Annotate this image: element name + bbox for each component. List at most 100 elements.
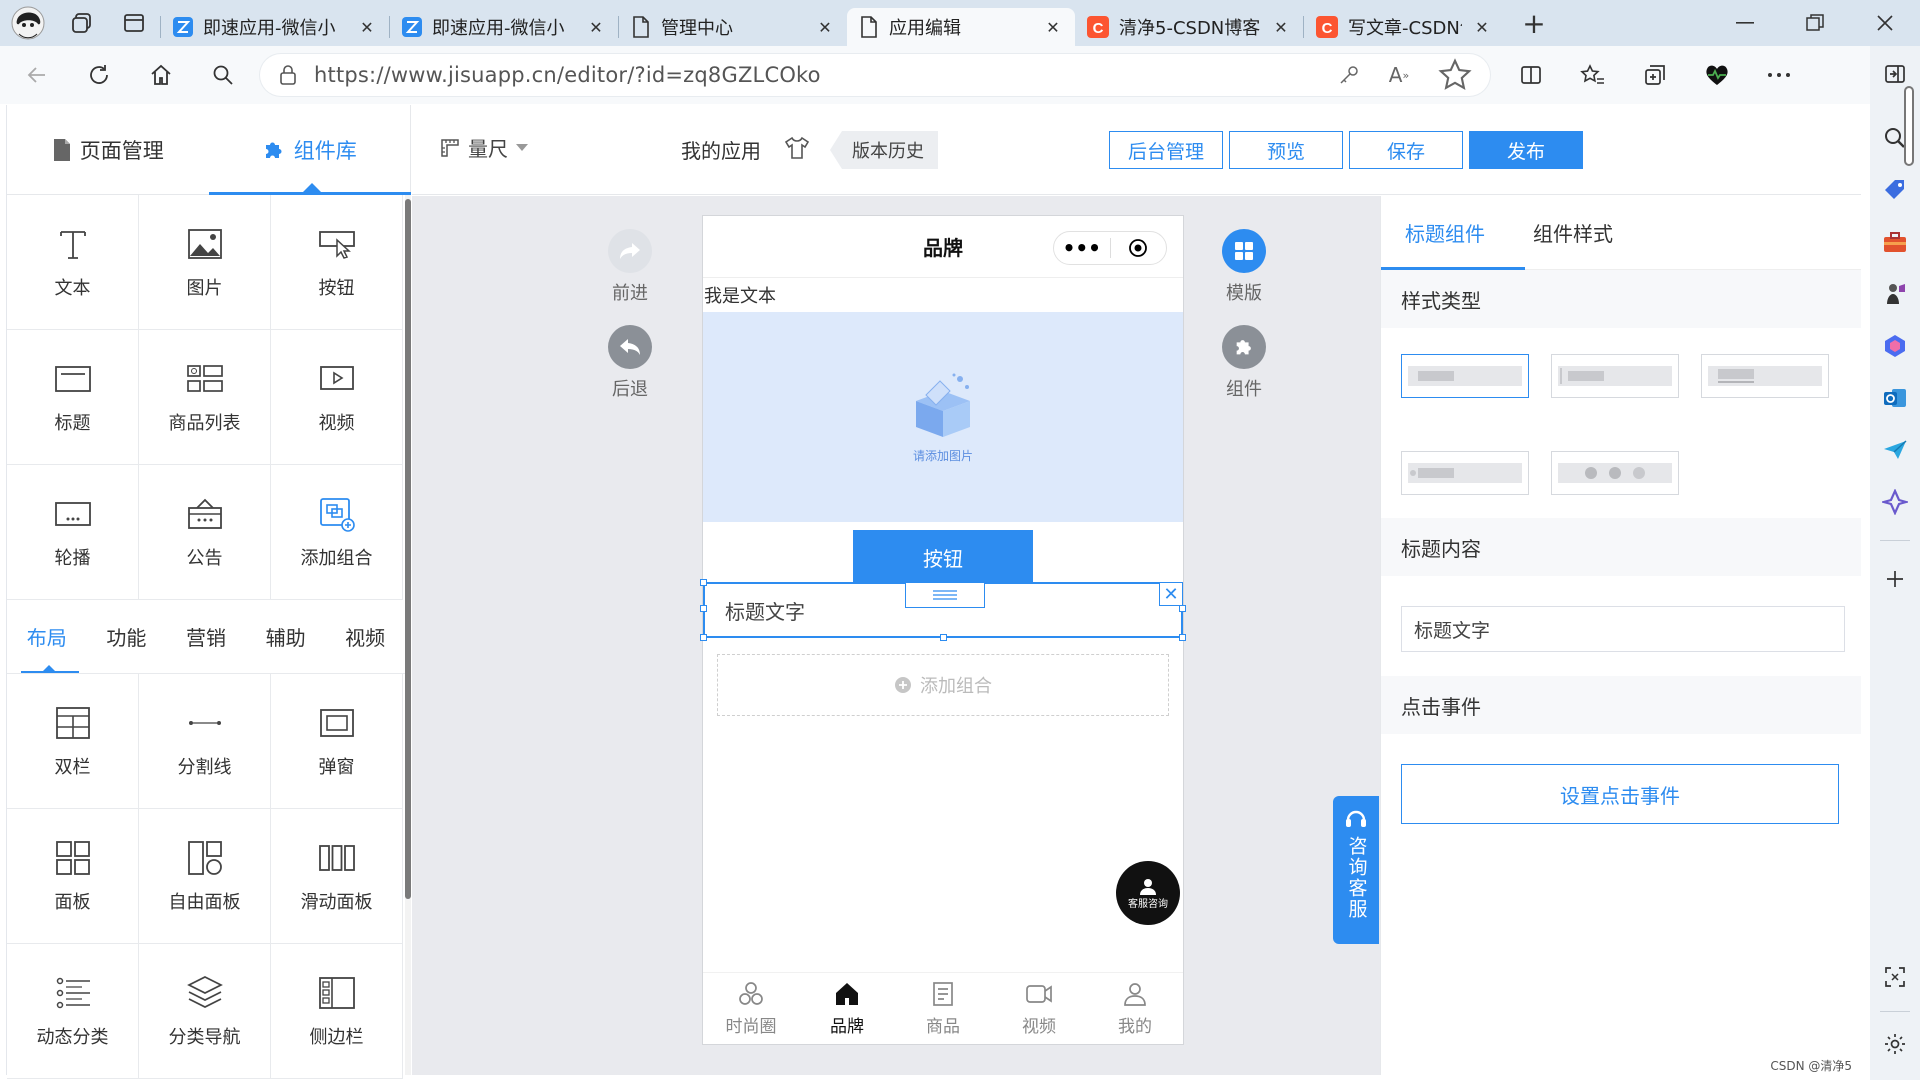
component-title[interactable]: 标题 [7,330,139,465]
key-icon[interactable] [1338,64,1360,86]
url-text[interactable]: https://www.jisuapp.cn/editor/?id=zq8GZL… [314,63,1338,87]
back-control[interactable]: 后退 [598,325,662,401]
my-app-link[interactable]: 我的应用 [681,135,761,164]
ruler-toggle[interactable]: 量尺 [440,133,528,162]
phone-text-component[interactable]: 我是文本 [703,278,1183,312]
resize-handle[interactable] [700,579,707,586]
component-popup[interactable]: 弹窗 [271,674,403,809]
search-button[interactable] [198,55,248,95]
url-field[interactable]: https://www.jisuapp.cn/editor/?id=zq8GZL… [260,54,1490,96]
category-tab-marketing[interactable]: 营销 [186,622,226,651]
component-panel[interactable]: 面板 [7,809,139,944]
browser-tab[interactable]: 即速应用-微信小 ✕ [161,8,389,46]
tshirt-icon[interactable] [784,136,810,160]
phone-title-component-selected[interactable]: 标题文字 ✕ [700,579,1186,641]
window-scrollbar[interactable] [1904,86,1914,166]
style-option-1[interactable] [1401,354,1529,398]
component-add-combo[interactable]: 添加组合 [271,465,403,600]
target-icon[interactable] [1111,238,1167,258]
sidebar-shopping-button[interactable] [1875,170,1915,210]
mini-program-capsule[interactable]: ••• [1053,231,1167,265]
resize-handle[interactable] [940,634,947,641]
tab-component-library[interactable]: 组件库 [209,105,411,194]
scrollbar-thumb[interactable] [405,199,411,899]
close-icon[interactable]: ✕ [357,17,377,37]
tab-title-component[interactable]: 标题组件 [1381,196,1509,269]
restore-button[interactable] [1780,0,1850,46]
tab-component-style[interactable]: 组件样式 [1509,196,1637,269]
vertical-tabs-button[interactable] [108,0,160,46]
version-history-button[interactable]: 版本历史 [830,131,938,169]
nav-item-brand[interactable]: 品牌 [799,973,895,1044]
resize-handle[interactable] [1179,634,1186,641]
template-control[interactable]: 模版 [1212,229,1276,305]
drag-handle[interactable] [905,582,985,608]
browser-tab[interactable]: 管理中心 ✕ [619,8,847,46]
backend-management-button[interactable]: 后台管理 [1109,131,1223,169]
category-tab-function[interactable]: 功能 [106,622,146,651]
close-icon[interactable]: ✕ [1043,17,1063,37]
component-button[interactable]: 按钮 [271,195,403,330]
resize-handle[interactable] [700,605,707,612]
title-content-input[interactable]: 标题文字 [1401,606,1845,652]
refresh-button[interactable] [74,55,124,95]
consult-service-tab[interactable]: 咨询客服 [1333,796,1379,944]
sidebar-send-button[interactable] [1875,430,1915,470]
close-window-button[interactable] [1850,0,1920,46]
phone-button-component[interactable]: 按钮 [853,530,1033,584]
nav-item-fashion[interactable]: 时尚圈 [703,973,799,1044]
set-click-event-button[interactable]: 设置点击事件 [1401,764,1839,824]
resize-handle[interactable] [700,634,707,641]
publish-button[interactable]: 发布 [1469,131,1583,169]
forward-control[interactable]: 前进 [598,229,662,305]
browser-tab[interactable]: 即速应用-微信小 ✕ [390,8,618,46]
star-icon[interactable] [1438,58,1472,92]
category-tab-auxiliary[interactable]: 辅助 [266,622,306,651]
browser-tab[interactable]: C 写文章-CSDN创作 ✕ [1304,8,1504,46]
resize-handle[interactable] [1179,605,1186,612]
nav-item-mine[interactable]: 我的 [1087,973,1183,1044]
sidebar-settings-button[interactable] [1875,1024,1915,1064]
component-text[interactable]: 文本 [7,195,139,330]
phone-image-placeholder[interactable]: 请添加图片 [703,312,1183,522]
category-tab-layout[interactable]: 布局 [27,622,67,651]
lock-icon[interactable] [278,64,298,86]
sidebar-screenshot-button[interactable] [1875,957,1915,997]
sidebar-office-button[interactable] [1875,326,1915,366]
sidebar-outlook-button[interactable] [1875,378,1915,418]
component-dynamic-category[interactable]: 动态分类 [7,944,139,1079]
component-image[interactable]: 图片 [139,195,271,330]
nav-item-goods[interactable]: 商品 [895,973,991,1044]
component-goods-list[interactable]: 商品列表 [139,330,271,465]
browser-tab[interactable]: C 清净5-CSDN博客 ✕ [1075,8,1303,46]
minimize-button[interactable] [1710,0,1780,46]
component-free-panel[interactable]: 自由面板 [139,809,271,944]
style-option-4[interactable] [1401,451,1529,495]
close-icon[interactable]: ✕ [586,17,606,37]
style-option-5[interactable] [1551,451,1679,495]
component-sidebar[interactable]: 侧边栏 [271,944,403,1079]
browser-tab-active[interactable]: 应用编辑 ✕ [847,8,1075,46]
component-video[interactable]: 视频 [271,330,403,465]
style-option-3[interactable] [1701,354,1829,398]
close-icon[interactable]: ✕ [1472,17,1492,37]
tab-page-management[interactable]: 页面管理 [7,105,209,194]
favorites-button[interactable] [1568,55,1618,95]
component-divider[interactable]: 分割线 [139,674,271,809]
more-dots-icon[interactable]: ••• [1054,236,1110,260]
component-notice[interactable]: 公告 [139,465,271,600]
component-two-column[interactable]: 双栏 [7,674,139,809]
component-slide-panel[interactable]: 滑动面板 [271,809,403,944]
collections-button[interactable] [1630,55,1680,95]
style-option-2[interactable] [1551,354,1679,398]
component-carousel[interactable]: 轮播 [7,465,139,600]
workspaces-button[interactable] [56,0,108,46]
more-menu-button[interactable] [1754,55,1804,95]
sidebar-tools-button[interactable] [1875,222,1915,262]
add-combo-dropzone[interactable]: 添加组合 [717,654,1169,716]
save-button[interactable]: 保存 [1349,131,1463,169]
component-category-nav[interactable]: 分类导航 [139,944,271,1079]
nav-item-video[interactable]: 视频 [991,973,1087,1044]
close-icon[interactable]: ✕ [815,17,835,37]
sidebar-add-button[interactable] [1875,559,1915,599]
